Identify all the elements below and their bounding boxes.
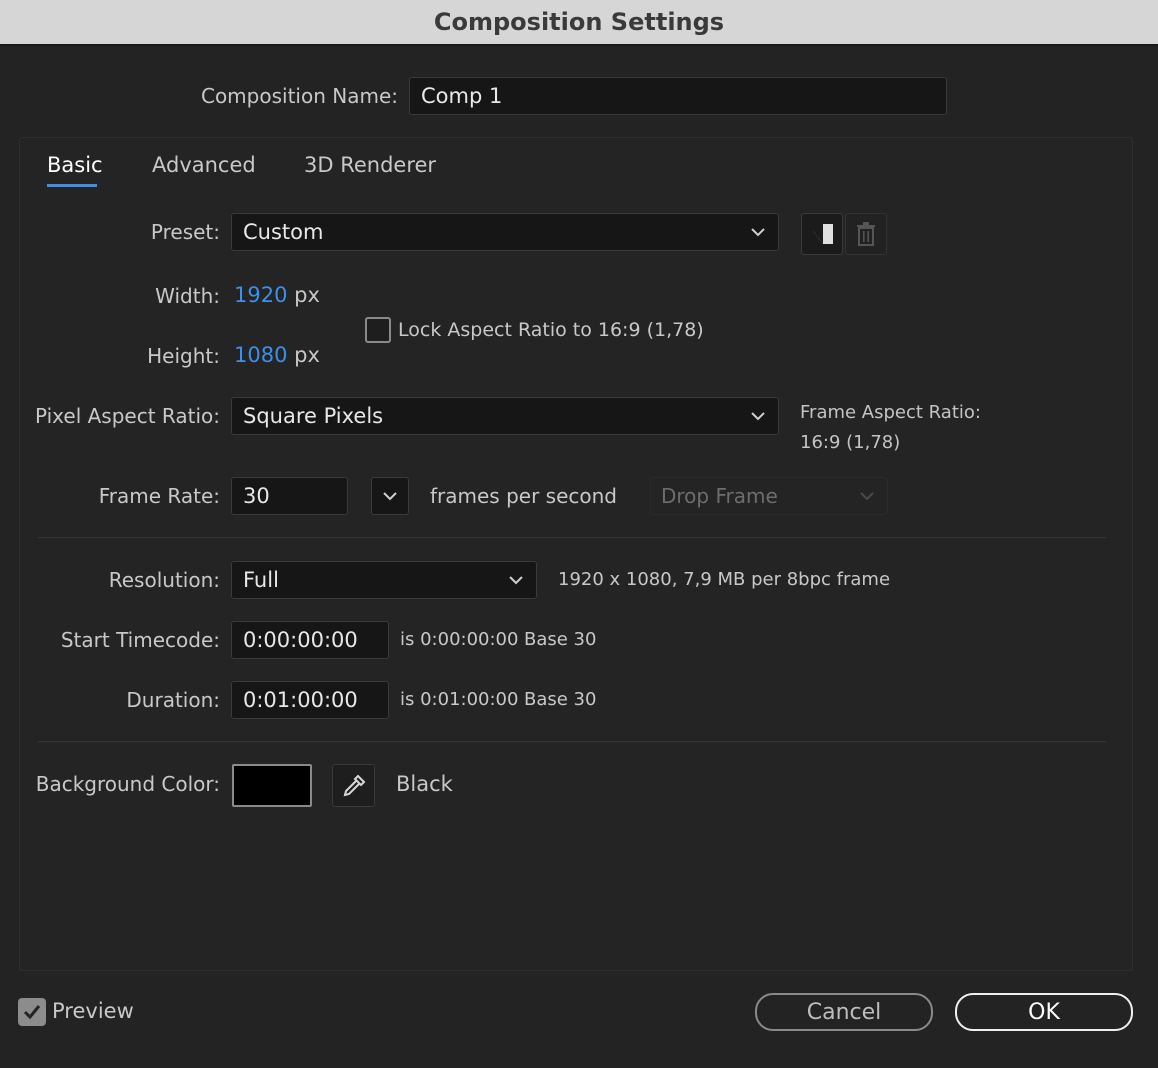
active-tab-indicator	[47, 184, 97, 187]
background-color-name: Black	[396, 772, 453, 796]
tab-advanced[interactable]: Advanced	[152, 153, 256, 177]
height-label: Height:	[147, 344, 220, 368]
frame-rate-value: 30	[243, 484, 270, 508]
width-field[interactable]: 1920 px	[234, 283, 320, 307]
pixel-aspect-value: Square Pixels	[243, 404, 384, 428]
start-timecode-value: 0:00:00:00	[243, 628, 358, 652]
frame-rate-label: Frame Rate:	[98, 484, 220, 508]
chevron-down-icon	[860, 492, 874, 501]
start-timecode-label: Start Timecode:	[60, 628, 220, 652]
resolution-dropdown[interactable]: Full	[231, 561, 537, 599]
frame-rate-dropdown-button[interactable]	[371, 477, 409, 515]
ok-button[interactable]: OK	[955, 993, 1133, 1031]
preset-dropdown[interactable]: Custom	[231, 213, 779, 251]
duration-is: is 0:01:00:00	[400, 689, 519, 710]
chevron-down-icon	[383, 492, 397, 501]
background-color-label: Background Color:	[35, 772, 220, 796]
resolution-info: 1920 x 1080, 7,9 MB per 8bpc frame	[558, 569, 891, 590]
lock-aspect-checkbox[interactable]	[365, 317, 391, 343]
width-unit: px	[294, 283, 320, 307]
preset-label: Preset:	[150, 220, 220, 244]
chevron-down-icon	[509, 576, 523, 585]
duration-base: Base 30	[524, 689, 597, 710]
background-color-swatch[interactable]	[232, 764, 312, 807]
tab-basic[interactable]: Basic	[47, 153, 103, 177]
composition-name-value: Comp 1	[421, 84, 503, 108]
width-label: Width:	[155, 284, 220, 308]
preview-label: Preview	[52, 999, 134, 1023]
save-preset-button[interactable]	[801, 213, 843, 255]
tab-3d-renderer[interactable]: 3D Renderer	[304, 153, 436, 177]
duration-value: 0:01:00:00	[243, 688, 358, 712]
delete-preset-button[interactable]	[845, 213, 887, 255]
eyedropper-icon	[343, 774, 365, 796]
preview-checkbox[interactable]	[18, 998, 46, 1026]
cancel-button[interactable]: Cancel	[755, 993, 933, 1031]
lock-aspect-label: Lock Aspect Ratio to 16:9 (1,78)	[398, 319, 704, 341]
composition-name-input[interactable]: Comp 1	[409, 77, 947, 115]
frame-aspect-value: 16:9 (1,78)	[800, 432, 901, 453]
width-value: 1920	[234, 283, 288, 307]
drop-frame-dropdown[interactable]: Drop Frame	[650, 477, 888, 515]
chevron-down-icon	[751, 412, 765, 421]
frame-aspect-label: Frame Aspect Ratio:	[800, 402, 981, 423]
trash-icon	[857, 222, 875, 246]
duration-label: Duration:	[126, 688, 220, 712]
chevron-down-icon	[751, 228, 765, 237]
title-bar: Composition Settings	[0, 0, 1158, 46]
settings-panel	[19, 137, 1133, 971]
save-preset-icon	[813, 224, 833, 244]
composition-name-label: Composition Name:	[200, 84, 398, 108]
duration-input[interactable]: 0:01:00:00	[231, 681, 389, 719]
frame-rate-input[interactable]: 30	[231, 477, 348, 515]
height-unit: px	[294, 343, 320, 367]
resolution-label: Resolution:	[108, 568, 220, 592]
height-value: 1080	[234, 343, 288, 367]
pixel-aspect-label: Pixel Aspect Ratio:	[35, 404, 220, 428]
start-timecode-is: is 0:00:00:00	[400, 629, 519, 650]
resolution-value: Full	[243, 568, 279, 592]
separator	[38, 537, 1106, 538]
pixel-aspect-dropdown[interactable]: Square Pixels	[231, 397, 779, 435]
height-field[interactable]: 1080 px	[234, 343, 320, 367]
eyedropper-button[interactable]	[332, 764, 375, 807]
frame-rate-unit: frames per second	[430, 484, 617, 508]
window-title: Composition Settings	[433, 8, 725, 36]
start-timecode-base: Base 30	[524, 629, 597, 650]
drop-frame-label: Drop Frame	[661, 484, 778, 508]
separator	[38, 741, 1106, 742]
start-timecode-input[interactable]: 0:00:00:00	[231, 621, 389, 659]
preset-value: Custom	[243, 220, 324, 244]
checkmark-icon	[23, 1005, 41, 1020]
